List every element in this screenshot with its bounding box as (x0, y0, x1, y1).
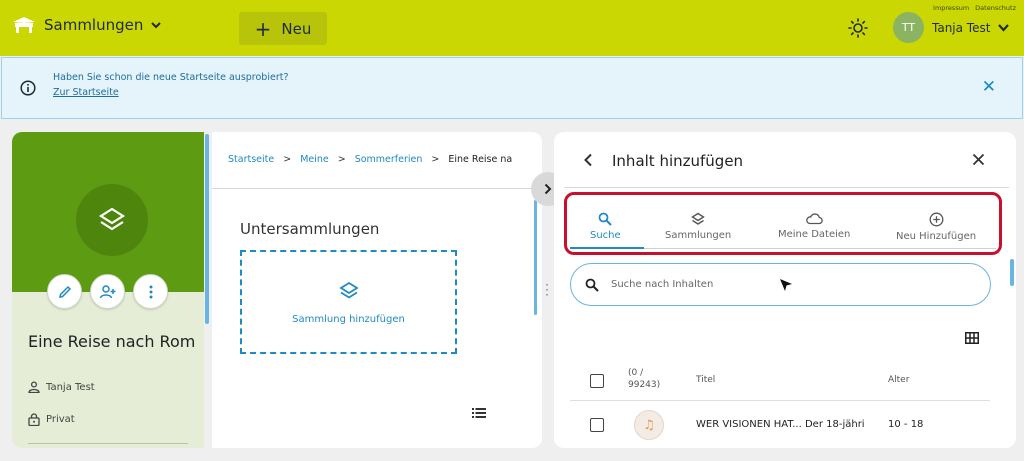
collection-owner: Tanja Test (28, 381, 95, 393)
tab-collections[interactable]: Sammlungen (665, 212, 731, 241)
plus-icon: + (254, 16, 272, 41)
tab-my-files[interactable]: Meine Dateien (778, 212, 850, 240)
layers-icon (691, 212, 705, 226)
breadcrumb-start[interactable]: Startseite (228, 154, 274, 165)
new-button[interactable]: + Neu (239, 12, 327, 45)
collection-icon-circle (76, 184, 148, 256)
brand-label: Sammlungen (44, 16, 144, 34)
visibility-label: Privat (46, 414, 75, 425)
collection-header (12, 132, 204, 292)
add-content-tabs: Suche Sammlungen Meine Dateien Neu Hinzu… (570, 212, 996, 249)
lock-icon (28, 413, 40, 426)
count-label: (0 / (628, 368, 644, 378)
row-age: 10 - 18 (888, 419, 924, 430)
panel-title: Inhalt hinzufügen (612, 152, 744, 170)
subcollections-heading: Untersammlungen (240, 220, 380, 238)
chevron-down-icon (151, 21, 162, 29)
add-collection-button[interactable]: Sammlung hinzufügen (240, 250, 457, 354)
privacy-link[interactable]: Datenschutz (975, 4, 1016, 12)
row-checkbox[interactable] (590, 418, 604, 432)
edit-button[interactable] (47, 274, 82, 309)
collection-info-card: Eine Reise nach Rom Tanja Test Privat (12, 132, 204, 448)
select-all-checkbox[interactable] (590, 374, 604, 388)
tab-label: Sammlungen (665, 230, 732, 241)
list-view-icon[interactable] (472, 408, 486, 418)
info-banner: Haben Sie schon die neue Startseite ausp… (1, 57, 1023, 119)
top-bar: Sammlungen + Neu Impressum Datenschutz T (0, 0, 1024, 56)
breadcrumb-mine[interactable]: Meine (300, 154, 329, 165)
add-user-icon (99, 284, 117, 300)
user-name: Tanja Test (932, 20, 991, 35)
breadcrumb: Startseite > Meine > Sommerferien > Eine… (228, 154, 512, 165)
add-content-panel: Inhalt hinzufügen Suche Sammlungen Meine… (554, 132, 1016, 448)
pencil-icon (57, 284, 73, 300)
breadcrumb-summer[interactable]: Sommerferien (355, 154, 423, 165)
layers-icon (338, 280, 360, 302)
collections-menu-button[interactable]: Sammlungen (12, 16, 162, 34)
column-title[interactable]: Titel (696, 375, 715, 385)
column-age[interactable]: Alter (888, 375, 909, 385)
selection-count: (0 / 99243) (628, 367, 660, 391)
new-button-label: Neu (281, 19, 312, 38)
more-vertical-icon (149, 285, 153, 299)
table-header: (0 / 99243) Titel Alter (570, 361, 990, 401)
back-button[interactable] (583, 150, 593, 167)
table-row[interactable]: ♫ WER VISIONEN HAT... Der 18-jähri 10 - … (570, 405, 990, 445)
collection-content-panel: Startseite > Meine > Sommerferien > Eine… (212, 132, 542, 448)
share-button[interactable] (90, 274, 125, 309)
music-icon: ♫ (634, 410, 664, 440)
tab-label: Neu Hinzufügen (896, 231, 977, 242)
person-icon (28, 381, 40, 393)
theme-toggle-button[interactable] (848, 18, 868, 38)
divider (28, 443, 188, 444)
user-menu-button[interactable]: TT Tanja Test (893, 12, 1010, 43)
tab-add-new[interactable]: Neu Hinzufügen (896, 212, 976, 242)
chevron-right-icon (544, 183, 552, 195)
banner-message: Haben Sie schon die neue Startseite ausp… (53, 72, 289, 83)
layers-icon (97, 205, 127, 235)
chevron-right-icon: > (337, 154, 346, 165)
breadcrumb-current: Eine Reise na (448, 154, 513, 165)
collection-visibility: Privat (28, 413, 75, 426)
tab-search[interactable]: Suche (590, 212, 621, 241)
add-circle-icon (929, 212, 944, 227)
add-collection-label: Sammlung hinzufügen (292, 313, 405, 325)
avatar: TT (893, 12, 924, 43)
imprint-link[interactable]: Impressum (933, 4, 969, 12)
scrollbar[interactable] (534, 200, 537, 315)
divider (212, 188, 542, 189)
active-tab-indicator (570, 247, 644, 249)
scrollbar[interactable] (1010, 259, 1014, 286)
row-title: WER VISIONEN HAT... Der 18-jähri (696, 419, 865, 430)
sun-icon (848, 18, 868, 38)
search-placeholder: Suche nach Inhalten (611, 279, 714, 290)
footer-links: Impressum Datenschutz (933, 4, 1016, 12)
search-icon (585, 278, 599, 292)
search-input[interactable]: Suche nach Inhalten (570, 263, 991, 306)
collection-title: Eine Reise nach Rom (28, 332, 196, 351)
resize-handle[interactable]: · · · (544, 279, 550, 301)
tab-label: Meine Dateien (778, 229, 851, 240)
chevron-down-icon (998, 23, 1010, 32)
collection-logo-icon (12, 16, 36, 34)
scrollbar[interactable] (205, 134, 209, 324)
cloud-icon (805, 212, 823, 225)
close-icon[interactable] (972, 150, 985, 166)
start-page-link[interactable]: Zur Startseite (53, 85, 289, 100)
tab-label: Suche (590, 230, 621, 241)
close-icon[interactable]: ✕ (982, 79, 996, 96)
chevron-right-icon: > (283, 154, 292, 165)
count-total: 99243) (628, 380, 661, 390)
grid-view-icon[interactable] (965, 332, 979, 344)
divider (564, 187, 1009, 188)
more-options-button[interactable] (133, 274, 168, 309)
owner-name: Tanja Test (46, 381, 95, 393)
info-icon (20, 80, 36, 96)
chevron-right-icon: > (431, 154, 440, 165)
search-icon (598, 212, 613, 226)
